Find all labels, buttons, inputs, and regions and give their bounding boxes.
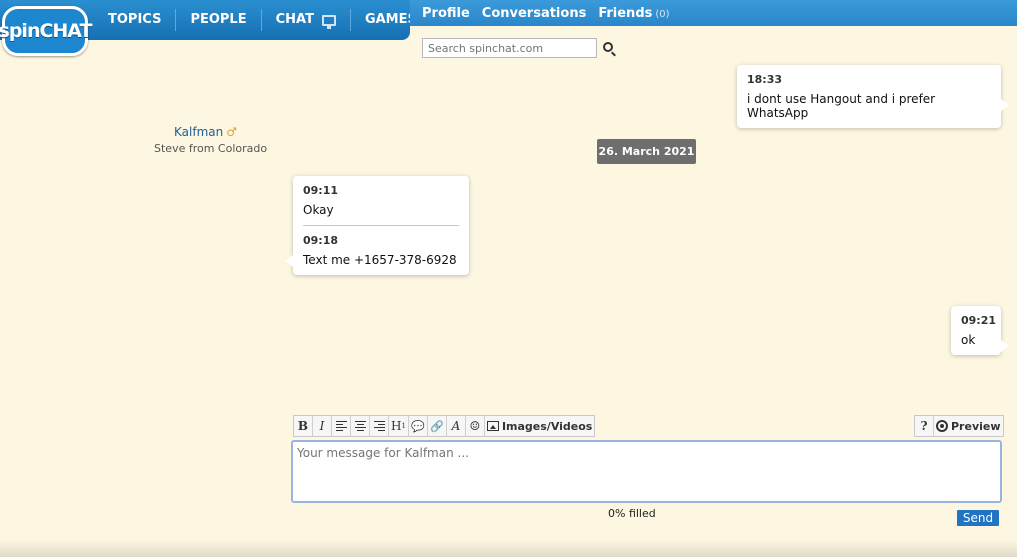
nav-people-label: PEOPLE xyxy=(190,12,247,27)
contact-name-link[interactable]: Kalfman ♂ xyxy=(174,125,237,139)
font-button[interactable]: A xyxy=(447,416,466,436)
format-toolbar: B I H1 💬 🔗 A ☺ Images/Videos xyxy=(293,415,596,437)
contact-name: Kalfman xyxy=(174,125,224,139)
monitor-icon xyxy=(321,14,336,29)
align-left-button[interactable] xyxy=(332,416,351,436)
message-bubble-incoming: 09:11 Okay 09:18 Text me +1657-378-6928 xyxy=(285,176,469,275)
search-input[interactable] xyxy=(422,38,597,58)
nav-topics[interactable]: TOPICS xyxy=(94,9,177,31)
fill-status: 0% filled xyxy=(608,507,656,520)
message-time: 18:33 xyxy=(747,73,783,86)
align-right-icon xyxy=(373,421,385,431)
italic-label: I xyxy=(319,419,325,433)
emoji-button[interactable]: ☺ xyxy=(466,416,485,436)
bottom-shade xyxy=(0,540,1017,557)
align-left-icon xyxy=(335,421,347,431)
subnav-friends[interactable]: Friends (0) xyxy=(598,6,669,21)
date-separator: 26. March 2021 xyxy=(597,139,696,164)
quote-icon: 💬 xyxy=(411,419,425,433)
message-time: 09:21 xyxy=(961,314,997,327)
image-icon xyxy=(486,421,499,431)
subnav-friends-label: Friends xyxy=(598,5,653,21)
bold-button[interactable]: B xyxy=(294,416,313,436)
quote-button[interactable]: 💬 xyxy=(409,416,428,436)
message-text: Text me +1657-378-6928 xyxy=(303,253,457,267)
message-time: 09:11 xyxy=(303,184,339,197)
message-text: i dont use Hangout and i prefer WhatsApp xyxy=(747,92,936,120)
male-icon: ♂ xyxy=(226,125,237,139)
message-time: 09:18 xyxy=(303,234,339,247)
help-label: ? xyxy=(920,419,928,433)
images-videos-label: Images/Videos xyxy=(501,419,593,433)
friends-count: (0) xyxy=(655,8,670,20)
preview-label: Preview xyxy=(951,419,1001,433)
top-nav-bar: spinCHAT TOPICS PEOPLE CHAT GAMES xyxy=(0,0,417,56)
message-divider xyxy=(303,225,459,226)
help-button[interactable]: ? xyxy=(915,416,934,436)
message-bubble-outgoing: 09:21 ok xyxy=(951,306,1009,355)
nav-chat-label: CHAT xyxy=(275,12,314,27)
message-text: ok xyxy=(961,333,976,347)
message-bubble-outgoing: 18:33 i dont use Hangout and i prefer Wh… xyxy=(737,65,1009,128)
heading-button[interactable]: H1 xyxy=(389,416,409,436)
preview-button[interactable]: Preview xyxy=(934,416,1003,436)
font-label: A xyxy=(451,419,461,433)
sub-nav-bar: Profile Conversations Friends (0) xyxy=(410,0,1017,26)
nav-people[interactable]: PEOPLE xyxy=(176,9,262,31)
align-center-button[interactable] xyxy=(351,416,370,436)
subnav-profile[interactable]: Profile xyxy=(422,6,470,21)
nav-topics-label: TOPICS xyxy=(108,12,162,27)
message-input[interactable] xyxy=(291,440,1002,503)
send-button[interactable]: Send xyxy=(957,510,999,526)
align-center-icon xyxy=(354,421,366,431)
nav-chat[interactable]: CHAT xyxy=(262,9,351,31)
heading-label: H xyxy=(391,419,402,433)
align-right-button[interactable] xyxy=(370,416,389,436)
preview-toolbar: ? Preview xyxy=(914,415,1004,437)
smiley-icon: ☺ xyxy=(469,419,481,433)
link-button[interactable]: 🔗 xyxy=(428,416,447,436)
search-icon[interactable] xyxy=(603,42,613,52)
main-nav: TOPICS PEOPLE CHAT GAMES xyxy=(94,0,431,40)
images-videos-button[interactable]: Images/Videos xyxy=(485,416,594,436)
bold-label: B xyxy=(297,419,309,433)
contact-subtitle: Steve from Colorado xyxy=(154,142,268,155)
subnav-conversations[interactable]: Conversations xyxy=(482,6,587,21)
italic-button[interactable]: I xyxy=(313,416,332,436)
link-icon: 🔗 xyxy=(430,419,444,433)
message-text: Okay xyxy=(303,203,334,217)
spinchat-logo[interactable]: spinCHAT xyxy=(0,6,93,56)
eye-icon xyxy=(936,420,948,432)
